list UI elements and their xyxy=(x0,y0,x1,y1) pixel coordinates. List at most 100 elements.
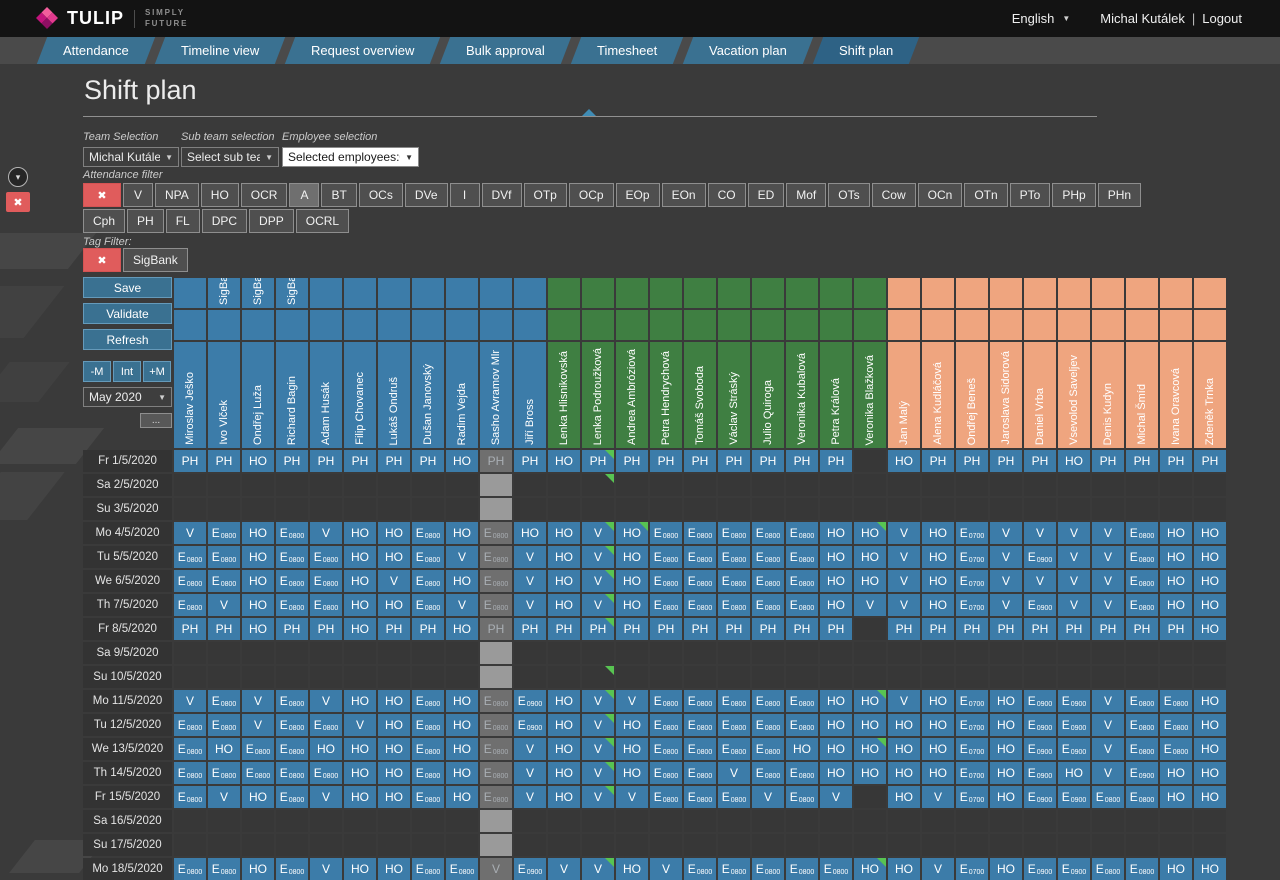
shift-cell[interactable]: HO xyxy=(820,522,852,544)
shift-cell[interactable]: HO xyxy=(378,858,410,880)
shift-cell[interactable] xyxy=(446,666,478,688)
shift-cell[interactable] xyxy=(956,834,988,856)
shift-cell[interactable]: HO xyxy=(446,738,478,760)
shift-cell[interactable]: HO xyxy=(344,858,376,880)
shift-cell[interactable]: PH xyxy=(1126,450,1158,472)
shift-cell[interactable] xyxy=(446,810,478,832)
subteam-select[interactable]: Select sub team ▼ xyxy=(181,147,279,167)
shift-cell[interactable]: E0800 xyxy=(276,786,308,808)
shift-cell[interactable] xyxy=(718,666,750,688)
employee-column-header[interactable]: Vsevolod Saveljev xyxy=(1058,342,1090,448)
attendance-filter-clear-button[interactable]: ✖ xyxy=(83,183,121,207)
shift-cell[interactable]: HO xyxy=(1160,762,1192,784)
shift-cell[interactable] xyxy=(752,834,784,856)
employee-column-header[interactable]: Dušan Janovský xyxy=(412,342,444,448)
shift-cell[interactable] xyxy=(990,834,1022,856)
shift-cell[interactable]: E0800 xyxy=(276,570,308,592)
shift-cell[interactable]: E0900 xyxy=(1024,762,1056,784)
shift-cell[interactable]: E0800 xyxy=(1160,738,1192,760)
shift-cell[interactable]: HO xyxy=(344,738,376,760)
shift-cell[interactable]: HO xyxy=(1160,522,1192,544)
shift-cell[interactable] xyxy=(174,666,206,688)
shift-cell[interactable] xyxy=(548,834,580,856)
shift-cell[interactable]: E0800 xyxy=(650,546,682,568)
shift-cell[interactable]: E0900 xyxy=(514,690,546,712)
shift-cell[interactable] xyxy=(378,666,410,688)
shift-cell[interactable]: PH xyxy=(514,450,546,472)
shift-cell[interactable]: V xyxy=(378,570,410,592)
shift-cell[interactable] xyxy=(1058,474,1090,496)
shift-cell[interactable]: E0800 xyxy=(718,690,750,712)
shift-cell[interactable]: V xyxy=(1058,570,1090,592)
shift-cell[interactable]: PH xyxy=(514,618,546,640)
shift-cell[interactable]: HO xyxy=(242,450,274,472)
shift-cell[interactable] xyxy=(480,810,512,832)
shift-cell[interactable]: V xyxy=(514,546,546,568)
shift-cell[interactable]: E0800 xyxy=(752,594,784,616)
shift-cell[interactable]: E0700 xyxy=(956,738,988,760)
shift-cell[interactable]: E0900 xyxy=(1024,546,1056,568)
shift-cell[interactable]: E0800 xyxy=(480,522,512,544)
employee-column-header[interactable]: Jiří Bross xyxy=(514,342,546,448)
collapse-panel-triangle-icon[interactable] xyxy=(582,109,596,116)
shift-cell[interactable] xyxy=(854,642,886,664)
shift-cell[interactable] xyxy=(888,666,920,688)
shift-cell[interactable]: E0800 xyxy=(650,690,682,712)
shift-cell[interactable]: PH xyxy=(922,450,954,472)
shift-cell[interactable] xyxy=(854,810,886,832)
shift-cell[interactable]: E0800 xyxy=(752,690,784,712)
shift-cell[interactable]: V xyxy=(820,786,852,808)
employee-column-header[interactable]: Veronika Kubalová xyxy=(786,342,818,448)
shift-cell[interactable]: E0800 xyxy=(480,546,512,568)
shift-cell[interactable]: V xyxy=(752,786,784,808)
shift-cell[interactable] xyxy=(1126,834,1158,856)
shift-cell[interactable]: PH xyxy=(1092,618,1124,640)
employee-column-header[interactable]: Ondřej Luža xyxy=(242,342,274,448)
employee-column-header[interactable]: Jan Malý xyxy=(888,342,920,448)
shift-cell[interactable]: E0800 xyxy=(276,690,308,712)
shift-cell[interactable]: V xyxy=(1092,522,1124,544)
shift-cell[interactable] xyxy=(922,834,954,856)
shift-cell[interactable]: PH xyxy=(990,618,1022,640)
shift-cell[interactable]: HO xyxy=(548,594,580,616)
shift-cell[interactable]: V xyxy=(1092,570,1124,592)
shift-cell[interactable] xyxy=(514,834,546,856)
attendance-filter-fl[interactable]: FL xyxy=(166,209,200,233)
shift-cell[interactable]: E0800 xyxy=(412,690,444,712)
shift-cell[interactable]: HO xyxy=(1194,618,1226,640)
shift-cell[interactable]: HO xyxy=(1194,858,1226,880)
shift-cell[interactable]: E0800 xyxy=(752,858,784,880)
shift-cell[interactable]: HO xyxy=(922,738,954,760)
shift-cell[interactable]: PH xyxy=(956,450,988,472)
shift-cell[interactable]: E0800 xyxy=(480,690,512,712)
shift-cell[interactable]: PH xyxy=(310,450,342,472)
shift-cell[interactable]: HO xyxy=(548,570,580,592)
shift-cell[interactable]: HO xyxy=(854,738,886,760)
shift-cell[interactable]: E0800 xyxy=(1126,594,1158,616)
shift-cell[interactable]: E0900 xyxy=(1058,690,1090,712)
shift-cell[interactable]: HO xyxy=(1058,450,1090,472)
shift-cell[interactable]: V xyxy=(582,762,614,784)
shift-cell[interactable]: HO xyxy=(1160,858,1192,880)
shift-cell[interactable]: E0700 xyxy=(956,786,988,808)
shift-cell[interactable] xyxy=(242,834,274,856)
shift-cell[interactable]: HO xyxy=(990,738,1022,760)
shift-cell[interactable] xyxy=(1092,810,1124,832)
shift-cell[interactable]: PH xyxy=(752,618,784,640)
collapse-panel-button[interactable]: ▾ xyxy=(8,167,28,187)
shift-cell[interactable]: E0800 xyxy=(208,546,240,568)
attendance-filter-ocr[interactable]: OCR xyxy=(241,183,288,207)
shift-cell[interactable]: V xyxy=(310,690,342,712)
employee-column-header[interactable]: Denis Kudyn xyxy=(1092,342,1124,448)
attendance-filter-ocp[interactable]: OCp xyxy=(569,183,614,207)
shift-cell[interactable] xyxy=(480,498,512,520)
shift-cell[interactable]: HO xyxy=(446,690,478,712)
shift-cell[interactable] xyxy=(548,474,580,496)
shift-cell[interactable]: PH xyxy=(922,618,954,640)
shift-cell[interactable]: E0800 xyxy=(786,690,818,712)
shift-cell[interactable]: HO xyxy=(1160,786,1192,808)
shift-cell[interactable]: PH xyxy=(276,450,308,472)
shift-cell[interactable] xyxy=(378,642,410,664)
shift-cell[interactable]: HO xyxy=(922,570,954,592)
shift-cell[interactable] xyxy=(888,498,920,520)
